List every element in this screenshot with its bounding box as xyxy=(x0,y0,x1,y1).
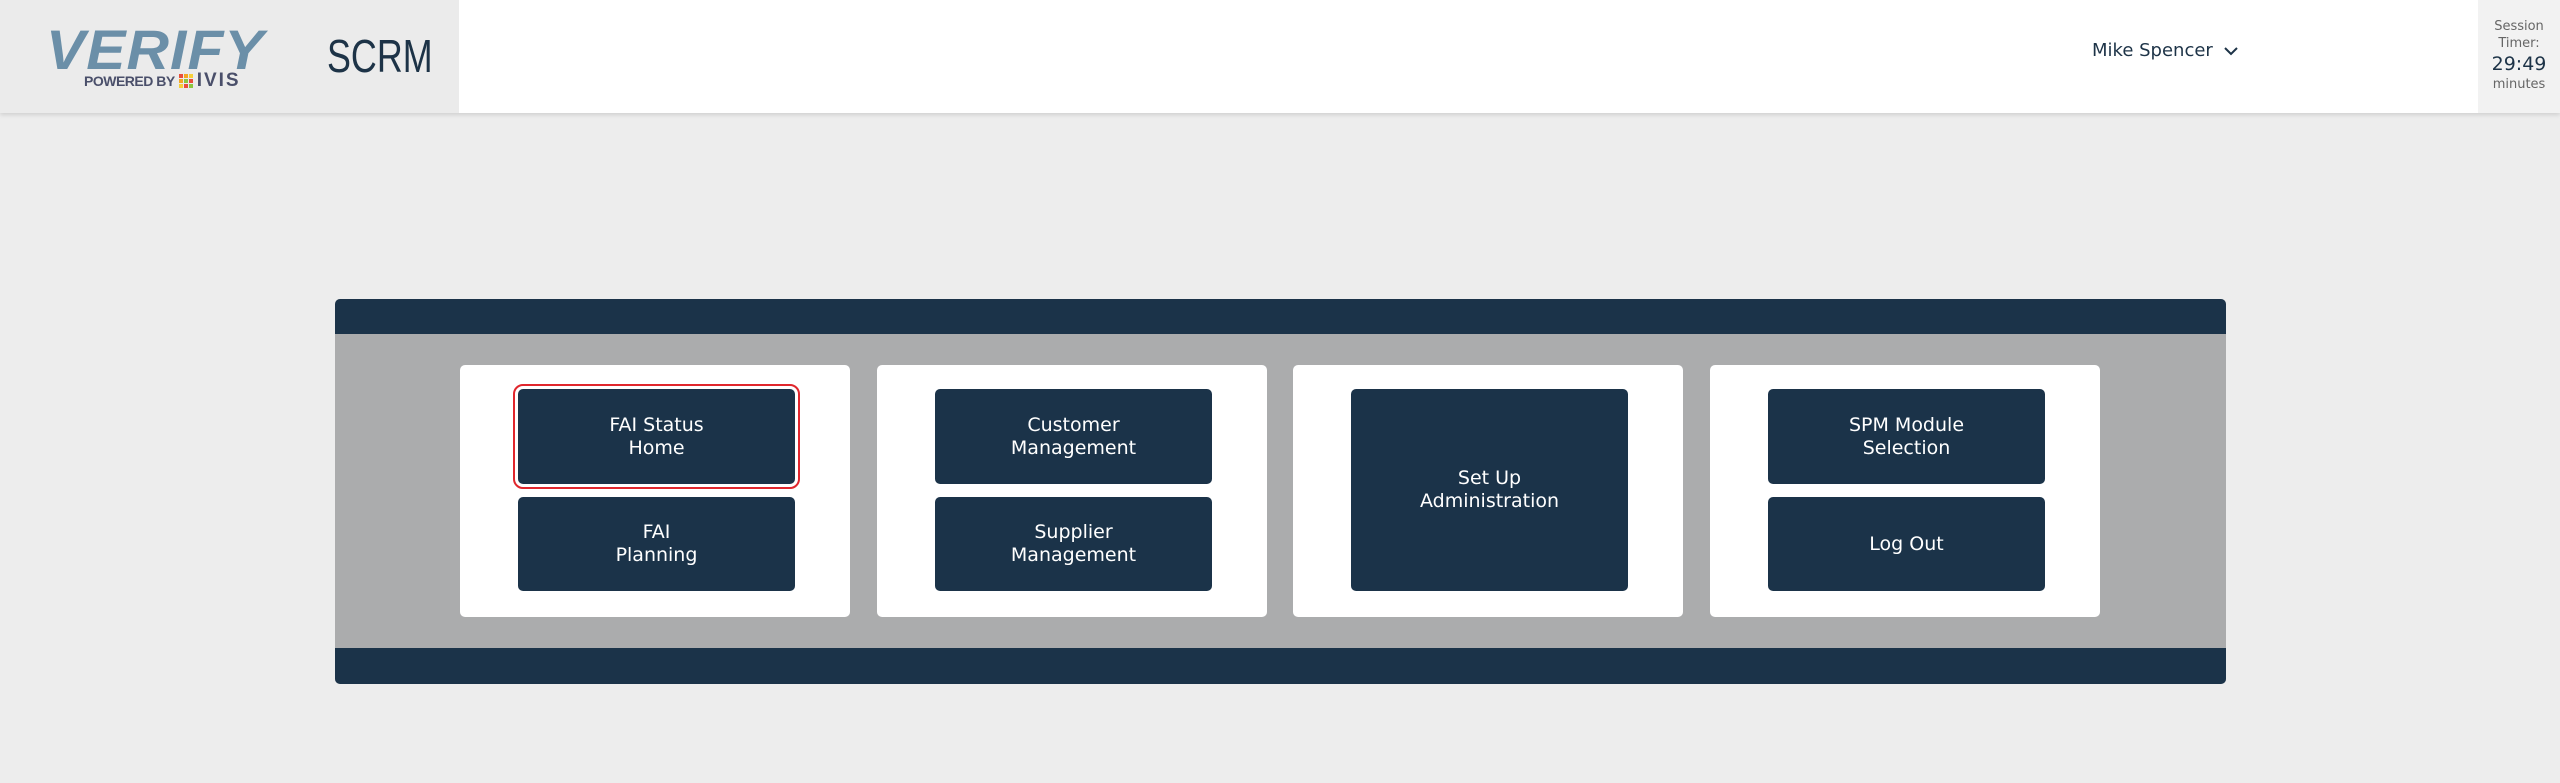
panel-bottom-bar xyxy=(335,648,2226,684)
chevron-down-icon xyxy=(2224,46,2238,55)
user-menu[interactable]: Mike Spencer xyxy=(2092,40,2239,61)
menu-card-fai: FAI Status Home FAI Planning xyxy=(460,365,850,617)
menu-panel: FAI Status Home FAI Planning Customer Ma… xyxy=(335,299,2226,684)
logo-area: VERIFY POWERED BY IVIS SCRM xyxy=(0,0,459,113)
spm-module-selection-button[interactable]: SPM Module Selection xyxy=(1768,389,2045,484)
supplier-management-button[interactable]: Supplier Management xyxy=(935,497,1212,591)
app-name: SCRM xyxy=(327,30,433,82)
setup-administration-button[interactable]: Set Up Administration xyxy=(1351,389,1628,591)
log-out-button[interactable]: Log Out xyxy=(1768,497,2045,591)
fai-planning-button[interactable]: FAI Planning xyxy=(518,497,795,591)
customer-management-button[interactable]: Customer Management xyxy=(935,389,1212,484)
logo-powered-by: POWERED BY IVIS xyxy=(84,70,241,92)
powered-by-text: POWERED BY xyxy=(84,73,175,89)
fai-status-home-button[interactable]: FAI Status Home xyxy=(513,384,800,489)
session-timer-unit: minutes xyxy=(2492,77,2546,92)
ivis-squares-icon xyxy=(178,74,193,88)
menu-card-other: SPM Module Selection Log Out xyxy=(1710,365,2100,617)
session-timer: Session Timer: 29:49 minutes xyxy=(2478,0,2560,113)
session-timer-label-2: Timer: xyxy=(2498,36,2540,51)
menu-card-admin: Set Up Administration xyxy=(1293,365,1683,617)
user-name: Mike Spencer xyxy=(2092,40,2213,61)
menu-card-management: Customer Management Supplier Management xyxy=(877,365,1267,617)
ivis-text: IVIS xyxy=(196,70,241,91)
panel-top-bar xyxy=(335,299,2226,334)
session-timer-value: 29:49 xyxy=(2491,53,2547,75)
session-timer-label-1: Session xyxy=(2494,19,2544,34)
top-header: VERIFY POWERED BY IVIS SCRM Mike Spencer… xyxy=(0,0,2560,113)
verify-logo[interactable]: VERIFY POWERED BY IVIS xyxy=(46,22,276,92)
